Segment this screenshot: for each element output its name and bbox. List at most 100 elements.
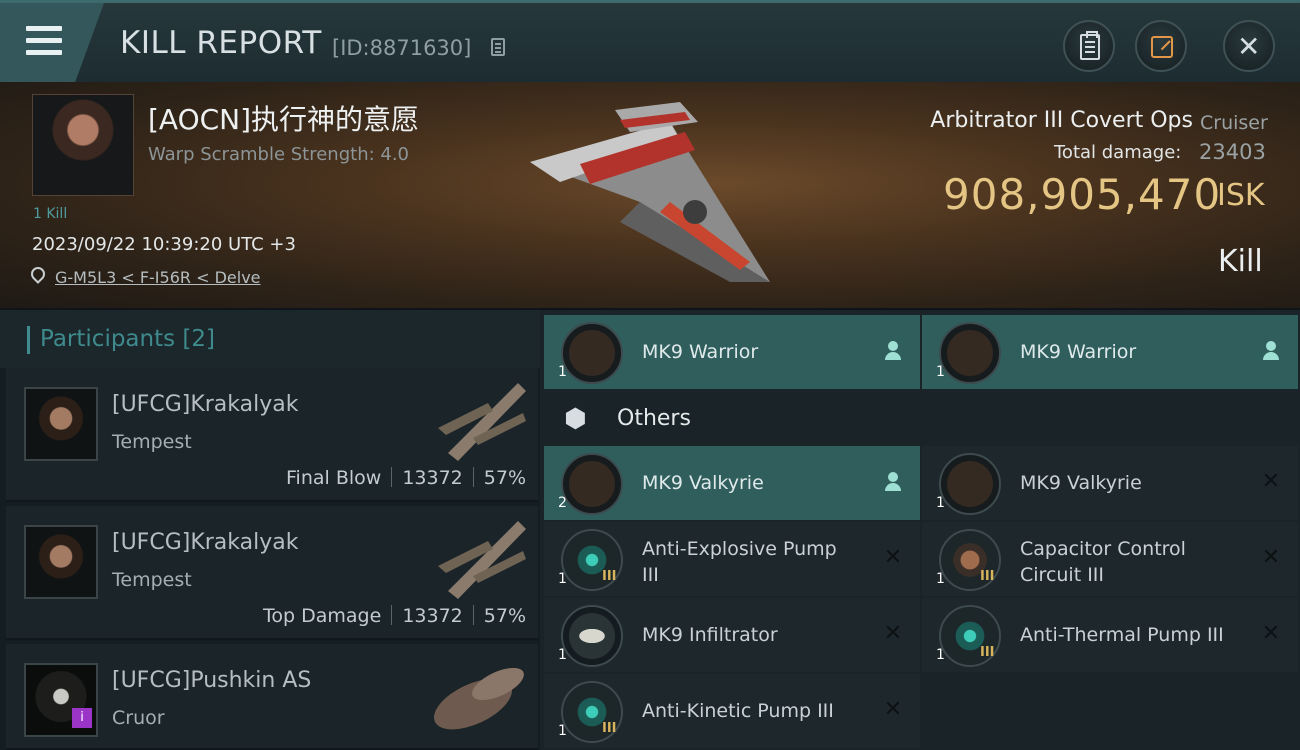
destroyed-icon: ✕	[883, 697, 903, 722]
avatar[interactable]	[24, 387, 98, 461]
item-name: MK9 Valkyrie	[1020, 472, 1142, 494]
victim-subtitle: Warp Scramble Strength: 4.0	[148, 144, 410, 165]
victim-portrait[interactable]	[32, 94, 134, 196]
item-name: Anti-Explosive Pump III	[642, 538, 837, 586]
victim-banner: [AOCN]执行神的意愿 Warp Scramble Strength: 4.0…	[0, 82, 1300, 308]
page-title: KILL REPORT	[120, 25, 322, 61]
clipboard-icon	[1080, 31, 1100, 60]
destroyed-icon: ✕	[1261, 621, 1281, 646]
destroyed-icon: ✕	[883, 621, 903, 646]
participant-ship-image[interactable]	[428, 511, 532, 603]
ship-class: Cruiser	[1200, 112, 1268, 134]
participant-tag: Final Blow	[286, 467, 382, 489]
item-name: Capacitor Control Circuit III	[1020, 538, 1186, 586]
item-quantity: 1	[558, 723, 567, 739]
tech-level-badge: III	[602, 721, 617, 736]
participant-ship: Cruor	[112, 707, 165, 729]
item-slot[interactable]: 1 MK9 Warrior	[544, 315, 920, 389]
others-title: Others	[617, 406, 691, 431]
item-quantity: 1	[558, 647, 567, 663]
drone-icon	[939, 322, 1001, 384]
items-panel: 1 MK9 Warrior 1 MK9 Warrior ⬢ Others 2 M…	[540, 310, 1300, 750]
menu-button[interactable]	[0, 3, 104, 83]
participant-name[interactable]: [UFCG]Krakalyak	[112, 392, 298, 417]
drone-icon	[561, 322, 623, 384]
item-name: Anti-Thermal Pump III	[1020, 624, 1224, 646]
drone-icon	[561, 605, 623, 667]
item-slot[interactable]: 1 MK9 Infiltrator ✕	[544, 598, 920, 672]
avatar[interactable]	[24, 525, 98, 599]
participant-row[interactable]: [UFCG]Krakalyak Tempest Top Damage 13372 5…	[6, 506, 538, 640]
total-damage-value: 23403	[1199, 140, 1266, 164]
report-id: [ID:8871630]	[332, 36, 472, 60]
drone-icon	[561, 453, 623, 515]
tech-level-badge: III	[980, 569, 995, 584]
close-button[interactable]: ✕	[1223, 20, 1275, 72]
hamburger-icon	[26, 26, 62, 56]
participant-percent: 57%	[483, 467, 526, 489]
title-bar: KILL REPORT [ID:8871630] ✕	[0, 0, 1300, 83]
participant-row[interactable]: [UFCG]Krakalyak Tempest Final Blow 13372 5…	[6, 368, 538, 502]
participants-title: Participants [2]	[40, 326, 215, 352]
item-quantity: 1	[936, 571, 945, 587]
participant-ship-image[interactable]	[428, 649, 532, 741]
item-quantity: 2	[558, 495, 567, 511]
item-quantity: 1	[936, 364, 945, 380]
item-name: Anti-Kinetic Pump III	[642, 700, 834, 722]
item-slot[interactable]: 2 MK9 Valkyrie	[544, 446, 920, 520]
tech-level-badge: III	[602, 569, 617, 584]
drone-icon	[939, 453, 1001, 515]
participant-ship-image[interactable]	[428, 373, 532, 465]
item-name: MK9 Valkyrie	[642, 472, 764, 494]
external-link-icon	[1151, 36, 1173, 58]
isk-value: 908,905,470	[943, 170, 1222, 219]
section-marker	[27, 326, 30, 354]
item-slot[interactable]: 1 III Capacitor Control Circuit III ✕	[922, 522, 1298, 596]
cube-icon: ⬢	[564, 404, 587, 434]
location-pin-icon	[28, 264, 48, 284]
item-slot[interactable]: 1 MK9 Valkyrie ✕	[922, 446, 1298, 520]
item-name: MK9 Warrior	[642, 341, 759, 363]
kill-count: 1 Kill	[33, 206, 68, 222]
pilot-icon	[1261, 341, 1281, 361]
kill-timestamp: 2023/09/22 10:39:20 UTC +3	[32, 234, 296, 255]
item-slot[interactable]: 1 III Anti-Kinetic Pump III ✕	[544, 674, 920, 748]
tech-level-badge: III	[980, 645, 995, 660]
others-header: ⬢ Others	[544, 388, 1296, 446]
location-link[interactable]: G-M5L3 < F-I56R < Delve	[55, 268, 261, 287]
isk-unit: ISK	[1217, 178, 1265, 213]
info-badge[interactable]: i	[72, 708, 92, 728]
participant-damage: 13372	[402, 605, 463, 627]
result-label: Kill	[1218, 244, 1263, 279]
participant-percent: 57%	[483, 605, 526, 627]
item-quantity: 1	[558, 571, 567, 587]
participant-damage: 13372	[402, 467, 463, 489]
participant-name[interactable]: [UFCG]Krakalyak	[112, 530, 298, 555]
participant-row[interactable]: i [UFCG]Pushkin AS Cruor	[6, 644, 538, 750]
clipboard-button[interactable]	[1063, 20, 1115, 72]
destroyed-icon: ✕	[1261, 469, 1281, 494]
close-icon: ✕	[1237, 30, 1261, 63]
item-slot[interactable]: 1 III Anti-Thermal Pump III ✕	[922, 598, 1298, 672]
participants-panel: Participants [2] [UFCG]Krakalyak Tempest…	[0, 310, 540, 750]
item-name: MK9 Infiltrator	[642, 624, 778, 646]
share-button[interactable]	[1135, 20, 1187, 72]
item-slot[interactable]: 1 III Anti-Explosive Pump III ✕	[544, 522, 920, 596]
item-quantity: 1	[558, 364, 567, 380]
total-damage-label: Total damage:	[1054, 142, 1182, 163]
ship-name[interactable]: Arbitrator III Covert Ops	[930, 108, 1193, 133]
victim-ship-image[interactable]	[520, 92, 780, 292]
item-name: MK9 Warrior	[1020, 341, 1137, 363]
item-quantity: 1	[936, 495, 945, 511]
item-slot[interactable]: 1 MK9 Warrior	[922, 315, 1298, 389]
participant-ship: Tempest	[112, 569, 192, 591]
copy-id-icon[interactable]	[491, 38, 505, 56]
participant-stats: Final Blow 13372 57%	[286, 467, 526, 489]
pilot-icon	[883, 472, 903, 492]
participant-name[interactable]: [UFCG]Pushkin AS	[112, 668, 311, 693]
victim-name[interactable]: [AOCN]执行神的意愿	[148, 98, 419, 138]
participants-header: Participants [2]	[0, 310, 540, 368]
destroyed-icon: ✕	[1261, 545, 1281, 570]
item-quantity: 1	[936, 647, 945, 663]
participant-stats: Top Damage 13372 57%	[263, 605, 526, 627]
